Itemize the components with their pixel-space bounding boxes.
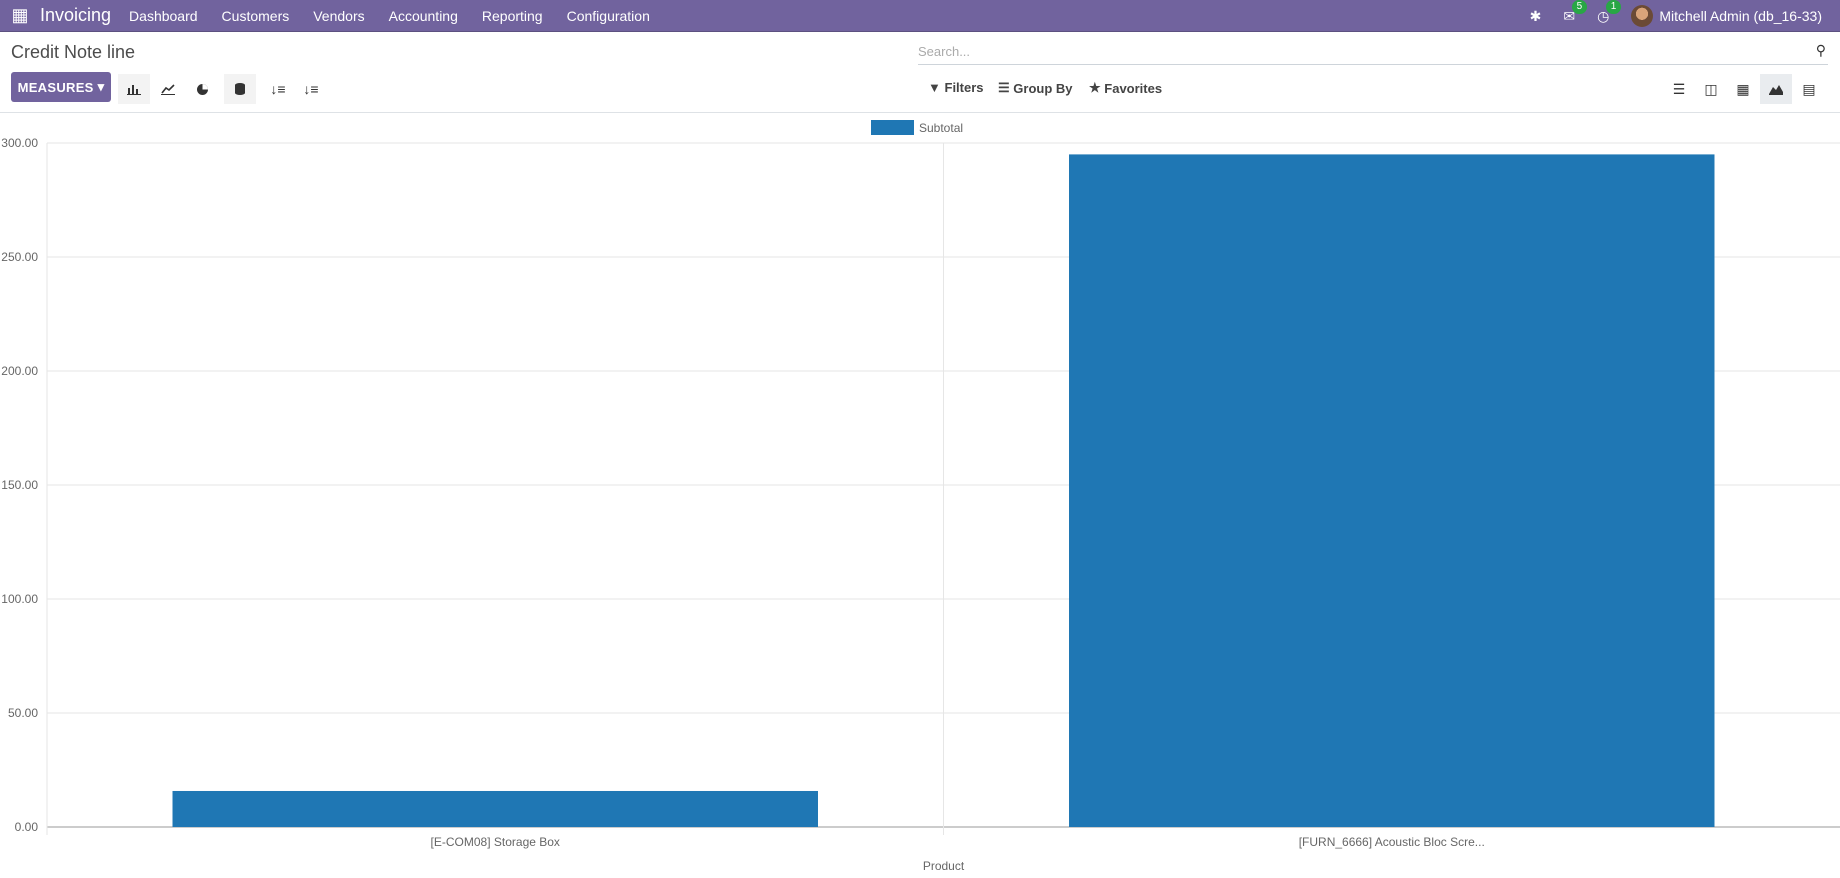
- line-chart-icon[interactable]: [152, 74, 184, 104]
- avatar[interactable]: [1631, 5, 1654, 27]
- y-tick-label: 50.00: [8, 706, 38, 720]
- filters-button[interactable]: ▼ Filters: [928, 80, 984, 95]
- list-view-icon[interactable]: ☰: [1663, 74, 1695, 104]
- legend-label: Subtotal: [919, 121, 963, 135]
- menu-configuration[interactable]: Configuration: [567, 8, 650, 24]
- stacked-icon[interactable]: [224, 74, 256, 104]
- search-icon[interactable]: ⚲: [1816, 42, 1826, 59]
- page-title: Credit Note line: [11, 42, 136, 62]
- menu-dashboard[interactable]: Dashboard: [129, 8, 198, 24]
- y-tick-label: 200.00: [1, 364, 38, 378]
- y-tick-label: 150.00: [1, 478, 38, 492]
- messages-badge: 5: [1571, 0, 1588, 14]
- group-by-button[interactable]: ☰ Group By: [998, 80, 1073, 96]
- bug-icon[interactable]: ✱: [1530, 8, 1542, 25]
- menu-vendors[interactable]: Vendors: [313, 8, 364, 24]
- y-tick-label: 250.00: [1, 250, 38, 264]
- messages-icon[interactable]: ✉ 5: [1563, 0, 1588, 25]
- x-axis-title: Product: [923, 859, 965, 873]
- favorites-button[interactable]: ★ Favorites: [1089, 80, 1162, 96]
- sort-ascending-icon[interactable]: ↓≡: [295, 74, 327, 104]
- navbar-systray: ✱ ✉ 5 ◷ 1 Mitchell Admin (db_16-33): [1530, 0, 1840, 32]
- layers-icon: ☰: [998, 80, 1010, 95]
- sort-descending-icon[interactable]: ↓≡: [262, 74, 294, 104]
- search-input[interactable]: [918, 40, 1778, 62]
- app-name[interactable]: Invoicing: [40, 5, 111, 26]
- y-tick-label: 300.00: [1, 136, 38, 150]
- y-tick-label: 100.00: [1, 592, 38, 606]
- measures-button[interactable]: MEASURES ▾: [11, 72, 111, 102]
- activity-clock-icon[interactable]: ◷ 1: [1597, 0, 1622, 25]
- graph-view-icon[interactable]: [1760, 74, 1792, 104]
- user-menu[interactable]: Mitchell Admin (db_16-33): [1659, 8, 1822, 24]
- bar-chart: 0.00 50.00 100.00 150.00 200.00 250.00 300.00 […: [0, 113, 1840, 878]
- bar: [172, 790, 818, 827]
- calendar-view-icon[interactable]: ▤: [1793, 74, 1825, 104]
- pivot-view-icon[interactable]: ▦: [1727, 74, 1759, 104]
- y-tick-label: 0.00: [15, 820, 39, 834]
- chart-svg: 0.00 50.00 100.00 150.00 200.00 250.00 300.00 […: [1, 120, 1840, 873]
- kanban-view-icon[interactable]: ◫: [1695, 74, 1727, 104]
- filter-icon: ▼: [928, 80, 941, 95]
- menu-accounting[interactable]: Accounting: [389, 8, 458, 24]
- bar: [1069, 154, 1715, 827]
- menu-reporting[interactable]: Reporting: [482, 8, 543, 24]
- menu-customers[interactable]: Customers: [222, 8, 290, 24]
- favorites-label: Favorites: [1104, 80, 1163, 96]
- x-tick-label: [FURN_6666] Acoustic Bloc Scre...: [1299, 835, 1485, 849]
- search-box: ⚲: [918, 40, 1828, 65]
- pie-chart-icon[interactable]: [186, 74, 218, 104]
- control-panel: Credit Note line ⚲ MEASURES ▾ ↓≡ ↓≡ ▼ Fi…: [0, 32, 1840, 113]
- x-tick-label: [E-COM08] Storage Box: [431, 835, 560, 849]
- star-icon: ★: [1089, 80, 1101, 95]
- filters-label: Filters: [944, 80, 984, 95]
- group-by-label: Group By: [1013, 80, 1073, 96]
- apps-grid-icon[interactable]: ▦: [0, 2, 40, 30]
- bar-chart-icon[interactable]: [118, 74, 150, 104]
- top-navbar: ▦ Invoicing Dashboard Customers Vendors …: [0, 0, 1840, 32]
- activities-badge: 1: [1605, 0, 1622, 14]
- measures-label: MEASURES: [17, 79, 94, 95]
- legend-swatch: [871, 120, 914, 135]
